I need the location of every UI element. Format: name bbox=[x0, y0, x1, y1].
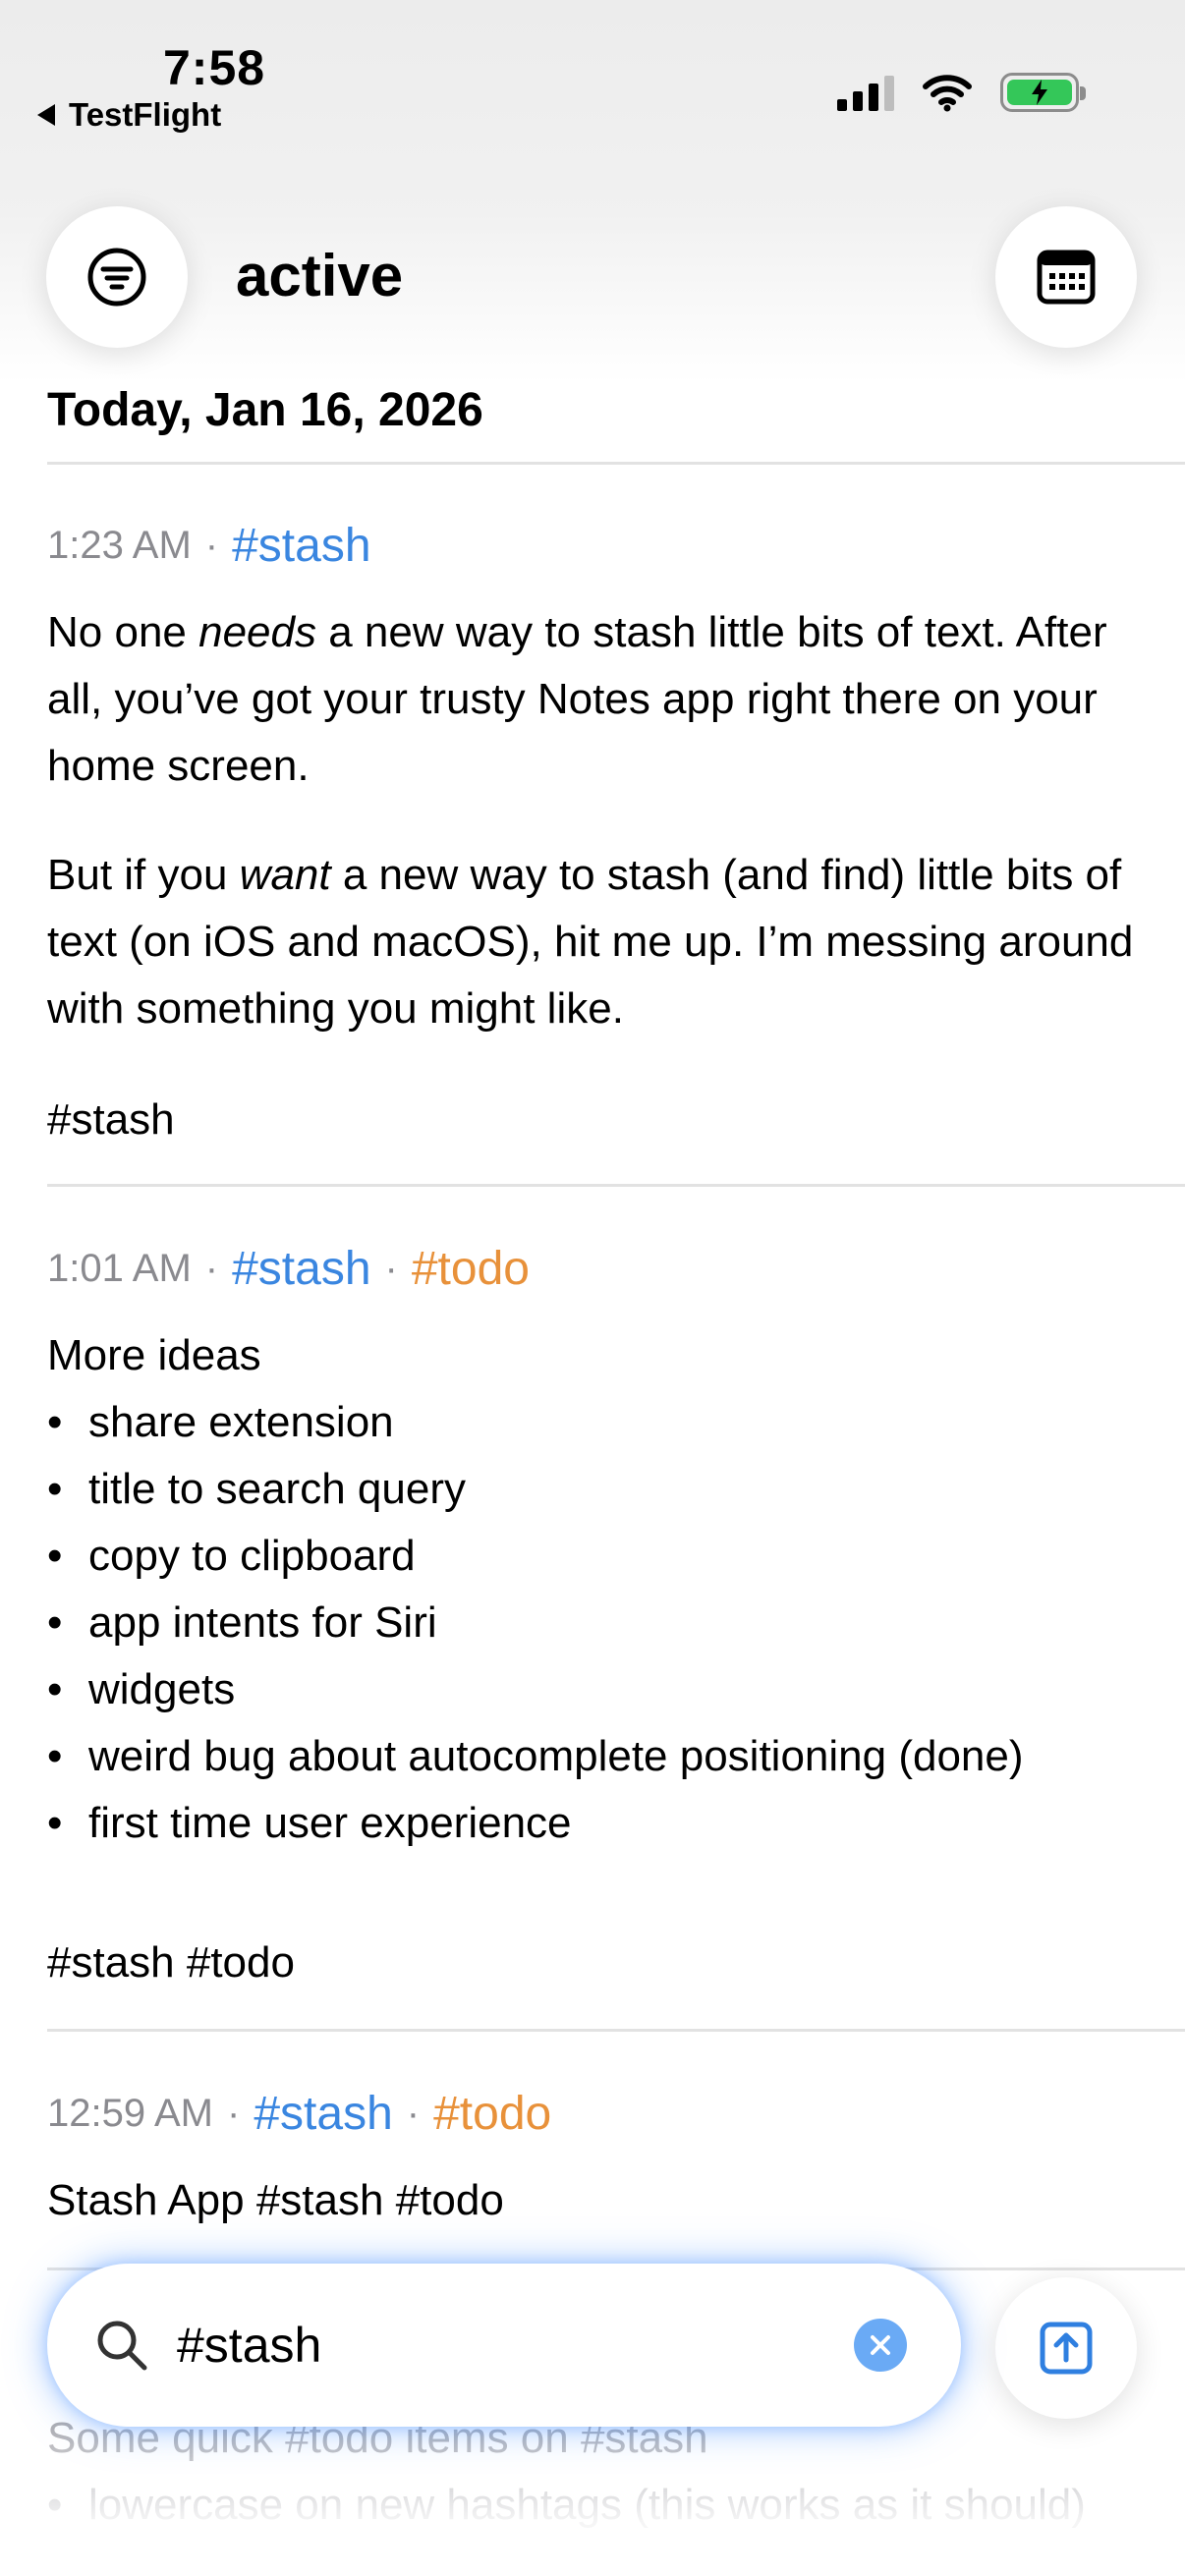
entry-bullet-list: lowercase on new hashtags (this works as… bbox=[47, 2472, 1138, 2539]
separator-dot: · bbox=[227, 2092, 241, 2135]
back-to-app-button[interactable]: TestFlight bbox=[37, 96, 221, 134]
separator-dot: · bbox=[204, 524, 219, 567]
status-icons bbox=[837, 73, 1086, 112]
calendar-button[interactable] bbox=[995, 206, 1137, 348]
separator-dot: · bbox=[384, 1247, 398, 1290]
divider bbox=[47, 1184, 1185, 1187]
list-item: first time user experience bbox=[47, 1790, 1138, 1857]
entry-body[interactable]: Stash App #stash #todo bbox=[47, 2167, 1148, 2234]
separator-dot: · bbox=[204, 1247, 219, 1290]
filter-icon bbox=[87, 248, 146, 307]
divider bbox=[47, 462, 1185, 465]
entry-paragraph[interactable]: No one needs a new way to stash little b… bbox=[47, 599, 1148, 800]
battery-charging-icon bbox=[1000, 73, 1086, 112]
divider bbox=[47, 2029, 1185, 2032]
entry-meta: 1:23 AM · #stash bbox=[47, 519, 371, 573]
entry-heading[interactable]: More ideas bbox=[47, 1322, 1148, 1389]
tag-link-stash[interactable]: #stash bbox=[232, 1242, 370, 1296]
back-app-label: TestFlight bbox=[69, 96, 222, 133]
share-icon bbox=[1040, 2322, 1093, 2375]
list-item: copy to clipboard bbox=[47, 1523, 1138, 1590]
list-item: weird bug about autocomplete positioning… bbox=[47, 1723, 1138, 1790]
list-item: lowercase on new hashtags (this works as… bbox=[47, 2472, 1138, 2539]
entry-footer-tags: #stash bbox=[47, 1095, 175, 1144]
calendar-icon bbox=[1037, 250, 1096, 305]
filter-button[interactable] bbox=[46, 206, 188, 348]
list-item: share extension bbox=[47, 1389, 1138, 1456]
app-screen: Today, Jan 16, 2026 1:23 AM · #stash No … bbox=[0, 0, 1185, 2576]
list-item: widgets bbox=[47, 1656, 1138, 1723]
emphasis-text: needs bbox=[198, 608, 316, 656]
tag-link-todo[interactable]: #todo bbox=[412, 1242, 530, 1296]
clear-search-button[interactable] bbox=[854, 2319, 907, 2372]
tag-link-stash[interactable]: #stash bbox=[254, 2087, 392, 2141]
text-run: No one bbox=[47, 608, 199, 656]
entry-time: 1:01 AM bbox=[47, 1247, 192, 1290]
entry-footer-tags: #stash #todo bbox=[47, 1938, 295, 1987]
page-title: active bbox=[236, 243, 404, 308]
entry-time: 12:59 AM bbox=[47, 2092, 214, 2135]
search-icon bbox=[97, 2321, 147, 2371]
list-item: title to search query bbox=[47, 1456, 1138, 1523]
share-button[interactable] bbox=[995, 2277, 1137, 2419]
back-arrow-icon bbox=[37, 104, 55, 126]
list-item: app intents for Siri bbox=[47, 1590, 1138, 1656]
status-time: 7:58 bbox=[163, 40, 266, 95]
tag-link-stash[interactable]: #stash bbox=[232, 519, 370, 573]
separator-dot: · bbox=[406, 2092, 421, 2135]
search-input[interactable] bbox=[177, 2317, 806, 2374]
cellular-signal-icon bbox=[837, 74, 894, 111]
tag-link-todo[interactable]: #todo bbox=[433, 2087, 551, 2141]
day-heading: Today, Jan 16, 2026 bbox=[47, 384, 483, 436]
entry-paragraph[interactable]: But if you want a new way to stash (and … bbox=[47, 842, 1148, 1042]
search-bar[interactable] bbox=[47, 2264, 961, 2427]
clear-icon bbox=[871, 2335, 890, 2355]
entry-meta: 1:01 AM · #stash · #todo bbox=[47, 1242, 530, 1296]
entry-bullet-list: share extension title to search query co… bbox=[47, 1389, 1138, 1857]
wifi-icon bbox=[923, 75, 972, 112]
entry-meta: 12:59 AM · #stash · #todo bbox=[47, 2087, 551, 2141]
entry-time: 1:23 AM bbox=[47, 524, 192, 567]
emphasis-text: want bbox=[239, 851, 331, 899]
text-run: But if you bbox=[47, 851, 240, 899]
